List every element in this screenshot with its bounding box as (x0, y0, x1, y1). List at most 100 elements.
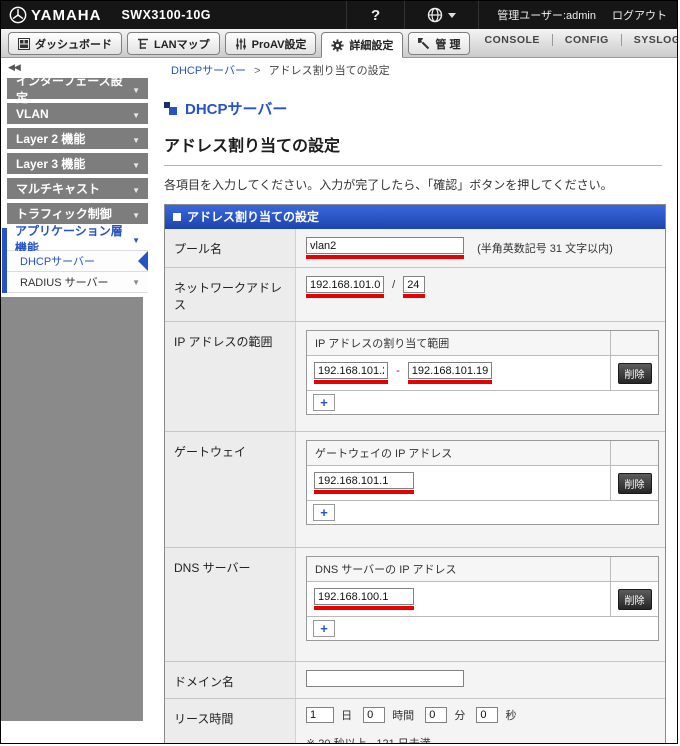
sidebar-item-label: Layer 2 機能 (16, 132, 86, 146)
sidebar-item-multicast[interactable]: マルチキャスト (7, 178, 148, 199)
box-header-label: ゲートウェイの IP アドレス (315, 448, 453, 460)
dns-inputs (307, 582, 610, 616)
sidebar-item-label: マルチキャスト (16, 182, 101, 196)
gateway-box: ゲートウェイの IP アドレス 削除 (306, 440, 659, 525)
panel-header: アドレス割り当ての設定 (165, 205, 665, 229)
chevron-down-icon (132, 132, 140, 146)
add-gateway-button[interactable]: + (313, 504, 335, 521)
lease-time-note: ※ 20 秒以上 - 121 日未満 (306, 738, 431, 744)
config-link[interactable]: CONFIG (553, 34, 621, 46)
delete-dns-button[interactable]: 削除 (617, 588, 652, 610)
dns-box: DNS サーバーの IP アドレス 削除 (306, 556, 659, 641)
lease-hours-input[interactable] (363, 707, 386, 723)
box-header-action-cell (610, 331, 658, 355)
delete-gateway-button[interactable]: 削除 (617, 472, 652, 494)
tab-dashboard[interactable]: ダッシュボード (8, 32, 122, 55)
field-value-cell (295, 662, 665, 698)
section-squares-icon (164, 102, 177, 115)
red-underline-annotation (314, 472, 414, 494)
sidebar-item-layer2[interactable]: Layer 2 機能 (7, 128, 148, 149)
divider (346, 1, 348, 29)
box-header-label: DNS サーバーの IP アドレス (315, 564, 457, 576)
dns-box-header: DNS サーバーの IP アドレス (307, 557, 658, 582)
breadcrumb-parent-link[interactable]: DHCPサーバー (171, 65, 246, 77)
box-header-action-cell (610, 557, 658, 581)
gateway-inputs (307, 466, 610, 500)
tab-management[interactable]: 管 理 (408, 32, 471, 55)
help-button[interactable]: ? (357, 7, 394, 24)
sidebar-item-application-layer[interactable]: アプリケーション層機能 (7, 224, 148, 255)
page-title: アドレス割り当ての設定 (164, 138, 341, 155)
syslog-link[interactable]: SYSLOG (622, 34, 677, 46)
red-underline-annotation (306, 276, 384, 298)
gateway-ip-input[interactable] (314, 472, 414, 489)
lease-days-input[interactable] (306, 707, 334, 723)
main-panel: DHCPサーバー アドレス割り当ての設定 各項目を入力してください。入力が完了し… (151, 58, 677, 744)
tab-proav-settings[interactable]: ProAV設定 (224, 32, 317, 55)
chevron-down-icon (132, 157, 140, 171)
section-title: DHCPサーバー (185, 101, 288, 118)
sidebar-item-layer3[interactable]: Layer 3 機能 (7, 153, 148, 174)
sidebar-item-radius-server[interactable]: RADIUS サーバー (7, 272, 148, 293)
gateway-box-header: ゲートウェイの IP アドレス (307, 441, 658, 466)
globe-icon (428, 7, 443, 23)
delete-range-button[interactable]: 削除 (617, 362, 652, 384)
app-window: YAMAHA SWX3100-10G ? 管理ユーザー:admin ログアウト (0, 0, 678, 744)
sidebar-item-label: DHCPサーバー (20, 256, 96, 268)
red-underline-annotation (403, 276, 426, 298)
console-link[interactable]: CONSOLE (472, 34, 551, 46)
instruction-text: 各項目を入力してください。入力が完了したら、「確認」ボタンを押してください。 (164, 178, 613, 192)
input-wrap (306, 670, 464, 687)
tab-lan-map[interactable]: LANマップ (127, 32, 220, 55)
unit-second: 秒 (505, 710, 517, 722)
slash-separator: / (392, 278, 396, 291)
add-range-button[interactable]: + (313, 394, 335, 411)
prefix-length-input[interactable] (403, 276, 426, 293)
field-label: ゲートウェイ (165, 432, 295, 547)
unit-day: 日 (341, 710, 353, 722)
range-end-input[interactable] (407, 362, 492, 379)
sidebar-item-traffic-control[interactable]: トラフィック制御 (7, 203, 148, 224)
form-row-dns-server: DNS サーバー DNS サーバーの IP アドレス 192.168.100.1… (165, 547, 665, 661)
quick-links: CONSOLE CONFIG SYSLOG TECHINFO (472, 29, 677, 57)
main-tab-bar: ダッシュボード LANマップ ProAV設定 詳細設定 管 理 CONSOLE … (1, 29, 677, 58)
tab-label: LANマップ (154, 38, 210, 51)
sliders-icon (235, 38, 246, 49)
sidebar-item-vlan[interactable]: VLAN (7, 103, 148, 124)
lease-minutes-input[interactable] (425, 707, 448, 723)
breadcrumb-current: アドレス割り当ての設定 (268, 65, 390, 77)
chevron-down-icon (132, 232, 140, 246)
settings-form-panel: アドレス割り当ての設定 プール名 (半角英数記号 31 文字以内) ネットワーク… (164, 204, 666, 744)
field-value-cell: (半角英数記号 31 文字以内) (295, 229, 665, 267)
sidebar: インターフェース設定 VLAN Layer 2 機能 Layer 3 機能 マル… (1, 74, 148, 721)
yamaha-tuning-fork-icon (9, 6, 27, 24)
dns-row: 削除 (307, 582, 658, 617)
sidebar-item-label: インターフェース設定 (16, 73, 123, 105)
box-header-action-cell (610, 441, 658, 465)
tab-detailed-settings[interactable]: 詳細設定 (321, 32, 404, 58)
gateway-row: 削除 (307, 466, 658, 501)
lease-seconds-input[interactable] (476, 707, 499, 723)
chevron-down-icon (132, 182, 140, 196)
form-row-ip-range: IP アドレスの範囲 IP アドレスの割り当て範囲 - (165, 321, 665, 431)
sidebar-item-label: トラフィック制御 (16, 207, 112, 221)
domain-name-input[interactable] (306, 670, 464, 687)
pool-name-input[interactable] (306, 237, 464, 254)
sidebar-item-interface-settings[interactable]: インターフェース設定 (7, 74, 148, 105)
pool-name-hint: (半角英数記号 31 文字以内) (477, 243, 613, 255)
range-start-input[interactable] (314, 362, 388, 379)
language-selector[interactable] (415, 7, 468, 23)
dns-ip-input[interactable] (314, 588, 414, 605)
field-label: IP アドレスの範囲 (165, 322, 295, 431)
chevron-down-icon (132, 82, 140, 96)
field-value-cell: IP アドレスの割り当て範囲 - 削除 (295, 322, 667, 431)
dashboard-icon (18, 37, 30, 50)
network-address-input[interactable] (306, 276, 384, 293)
add-dns-button[interactable]: + (313, 620, 335, 637)
delete-cell: 削除 (610, 356, 658, 390)
breadcrumb-separator: > (254, 65, 261, 77)
logged-in-user: 管理ユーザー:admin (497, 10, 596, 22)
logout-button[interactable]: ログアウト (612, 7, 667, 23)
sidebar-item-dhcp-server[interactable]: DHCPサーバー (7, 251, 148, 272)
content-area: ◀◀ DHCPサーバー > アドレス割り当ての設定 インターフェース設定 VLA… (1, 58, 677, 744)
